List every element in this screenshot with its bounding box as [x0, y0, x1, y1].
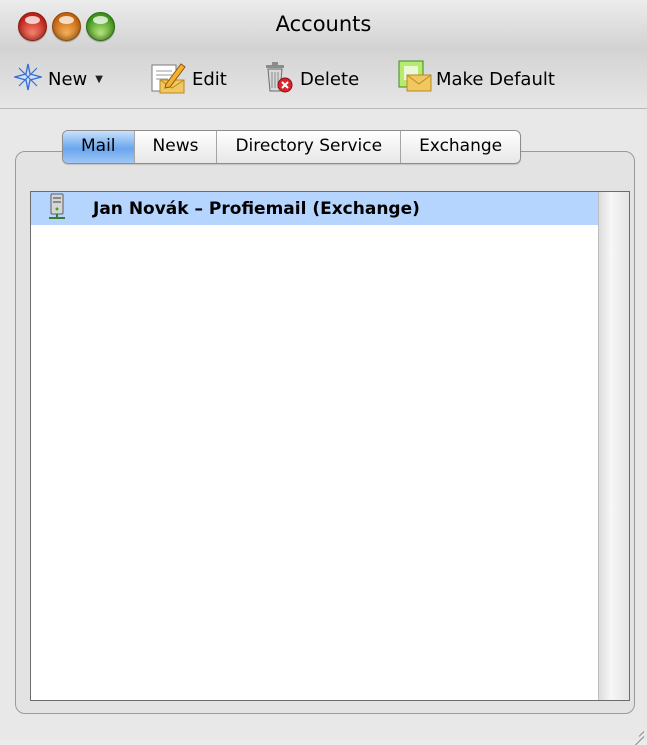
edit-label: Edit — [192, 68, 227, 90]
window-title: Accounts — [275, 12, 372, 36]
new-label: New — [48, 68, 88, 90]
toolbar: New ▼ Edit Delete Make Default — [0, 50, 647, 109]
resize-grip-icon[interactable] — [627, 718, 647, 740]
account-name: Jan Novák – Profiemail (Exchange) — [93, 198, 420, 219]
account-type-tabs: Mail News Directory Service Exchange — [62, 130, 522, 164]
delete-button[interactable]: Delete — [262, 62, 360, 94]
delete-label: Delete — [300, 68, 360, 90]
tab-mail[interactable]: Mail — [63, 131, 135, 163]
vertical-scrollbar[interactable] — [598, 192, 629, 700]
list-item[interactable]: Jan Novák – Profiemail (Exchange) — [31, 192, 598, 225]
new-button[interactable]: New ▼ — [12, 63, 103, 95]
accounts-list[interactable]: Jan Novák – Profiemail (Exchange) — [30, 191, 630, 701]
make-default-label: Make Default — [436, 68, 555, 90]
tab-news[interactable]: News — [135, 131, 218, 163]
tab-exchange[interactable]: Exchange — [401, 131, 520, 163]
tab-directory-service[interactable]: Directory Service — [217, 131, 402, 163]
server-icon — [47, 193, 67, 225]
envelope-default-icon — [398, 60, 432, 98]
pencil-envelope-icon — [150, 60, 186, 98]
new-dropdown-icon[interactable]: ▼ — [95, 74, 103, 85]
trash-delete-icon — [262, 60, 294, 98]
sparkle-star-icon — [12, 63, 44, 95]
edit-button[interactable]: Edit — [150, 63, 227, 94]
title-bar[interactable]: Accounts — [0, 0, 647, 50]
make-default-button[interactable]: Make Default — [398, 60, 555, 94]
accounts-window: Accounts New ▼ Edit Delete Make Default … — [0, 0, 647, 740]
